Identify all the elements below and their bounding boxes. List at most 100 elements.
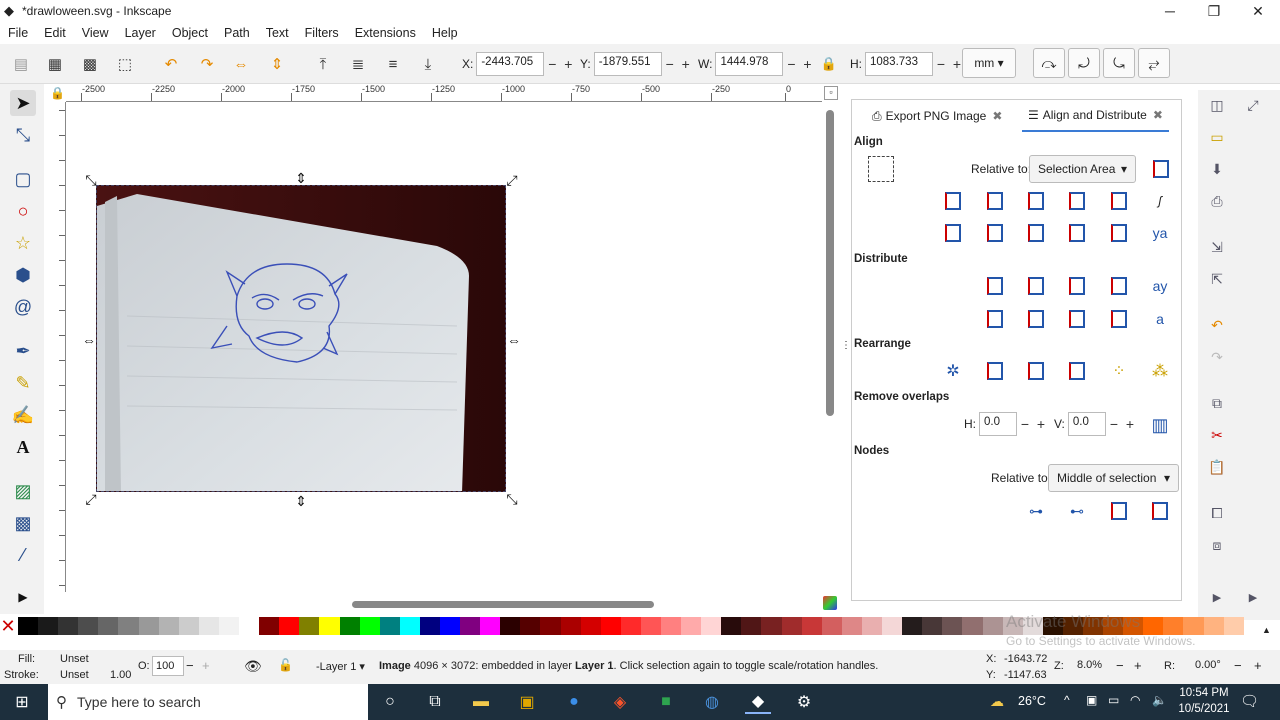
palette-swatch[interactable] [379,617,400,635]
palette-swatch[interactable] [520,617,541,635]
distribute-baselines-horizontal-icon[interactable]: ay [1147,273,1173,299]
notifications-icon[interactable]: 🗨 [1240,692,1259,710]
palette-swatch[interactable] [620,617,641,635]
inkscape-taskbar-icon[interactable]: ◆ [745,690,771,714]
export-icon[interactable]: ⇱ [1206,268,1228,290]
palette-swatch[interactable] [218,617,240,635]
palette-swatch[interactable] [560,617,581,635]
menu-edit[interactable]: Edit [44,22,66,44]
palette-swatch[interactable] [962,617,983,635]
ellipse-tool-icon[interactable]: ○ [10,198,36,224]
x-decrement-button[interactable]: − [544,56,560,72]
move-gradients-button[interactable]: ⤿ [1103,48,1135,78]
close-button[interactable]: ✕ [1236,0,1280,22]
align-nodes-horizontal-icon[interactable]: ⊶ [1023,498,1049,524]
align-nodes-vertical-icon[interactable]: ⊷ [1064,498,1090,524]
lower-icon[interactable]: ≡ [382,53,404,75]
weather-icon[interactable]: ☁ [990,693,1004,710]
raise-icon[interactable]: ≣ [347,53,369,75]
lower-to-bottom-icon[interactable]: ⤓ [417,53,439,75]
overlap-v-increment-button[interactable]: + [1122,416,1138,432]
task-view-icon[interactable]: ⧉ [422,690,448,714]
select-same-icon[interactable]: ▩ [79,53,101,75]
select-all-icon[interactable]: ▤ [10,53,32,75]
stroke-value[interactable]: Unset [60,669,89,681]
globe-app-icon[interactable]: ◍ [699,690,725,714]
zoom-input[interactable]: 8.0% [1074,656,1110,676]
align-left-to-right-icon[interactable] [1106,188,1132,214]
zoom-increment-button[interactable]: + [1134,658,1142,673]
w-increment-button[interactable]: + [799,56,815,72]
palette-swatch[interactable] [78,617,99,635]
horizontal-scrollbar[interactable] [352,601,654,608]
unclump-icon[interactable]: ⁂ [1147,358,1173,384]
snap-more-icon[interactable]: ▶ [1242,586,1264,608]
rotation-increment-button[interactable]: + [1254,658,1262,673]
wifi-icon[interactable]: ◠ [1130,693,1140,707]
color-management-icon[interactable] [823,596,837,610]
graph-layout-icon[interactable]: ✲ [940,358,966,384]
overlap-v-input[interactable]: 0.0 [1067,412,1106,436]
palette-swatch[interactable] [661,617,682,635]
align-right-edges-icon[interactable] [1064,188,1090,214]
clock-date[interactable]: 10/5/2021 [1174,703,1234,715]
pencil-tool-icon[interactable]: ✎ [10,370,36,396]
cortana-icon[interactable]: ○ [377,690,403,714]
exchange-z-order-icon[interactable] [1023,358,1049,384]
clock-time[interactable]: 10:54 PM [1178,687,1230,699]
menu-file[interactable]: File [8,22,28,44]
align-left-edges-icon[interactable] [982,188,1008,214]
overlap-h-increment-button[interactable]: + [1033,416,1049,432]
overlap-h-input[interactable]: 0.0 [979,412,1017,436]
menu-view[interactable]: View [82,22,109,44]
palette-swatch[interactable] [279,617,300,635]
palette-swatch[interactable] [1143,617,1164,635]
brave-browser-icon[interactable]: ◈ [607,690,633,714]
scale-handle-left-icon[interactable]: ⇔ [82,332,96,348]
palette-swatch[interactable] [1223,617,1244,635]
palette-swatch[interactable] [1183,617,1204,635]
palette-swatch[interactable] [439,617,461,635]
w-input[interactable]: 1444.978 [715,52,784,76]
center-vertical-axis-icon[interactable] [1023,188,1049,214]
palette-swatch[interactable] [198,617,219,635]
align-baselines-icon[interactable]: ya [1147,220,1173,246]
align-bottom-edges-icon[interactable] [1064,220,1090,246]
select-all-layers-icon[interactable]: ▦ [44,53,66,75]
undo-icon[interactable]: ↶ [1206,314,1228,336]
rectangle-tool-icon[interactable]: ▢ [10,166,36,192]
center-horizontal-axis-icon[interactable] [1023,220,1049,246]
palette-swatch[interactable] [540,617,561,635]
distribute-centers-vertical-icon[interactable] [1023,306,1049,332]
opacity-decrement-button[interactable]: − [186,658,194,673]
print-icon[interactable]: ⎙ [1206,190,1228,212]
scale-handle-top-icon[interactable]: ⇕ [294,170,308,186]
distribute-nodes-horizontal-icon[interactable] [1106,498,1132,524]
palette-swatch[interactable] [1203,617,1224,635]
palette-swatch[interactable] [600,617,621,635]
bezier-tool-icon[interactable]: ✒ [10,338,36,364]
palette-swatch[interactable] [640,617,661,635]
scale-handle-top-right-icon[interactable]: ⤢ [505,172,519,188]
current-layer-dropdown[interactable]: -Layer 1 ▾ [316,660,365,673]
maximize-button[interactable]: ❐ [1192,0,1236,22]
star-tool-icon[interactable]: ☆ [10,230,36,256]
guide-lock-icon[interactable]: 🔒 [50,86,65,100]
palette-swatch[interactable] [781,617,802,635]
exchange-clockwise-icon[interactable] [1064,358,1090,384]
palette-swatch[interactable] [259,617,280,635]
copy-icon[interactable]: ⧉ [1206,392,1228,414]
palette-swatch[interactable] [138,617,159,635]
toolbox-more-icon[interactable]: ▶ [10,584,36,610]
menu-layer[interactable]: Layer [125,22,156,44]
randomize-centers-icon[interactable]: ⁘ [1106,358,1132,384]
palette-swatch[interactable] [118,617,139,635]
x-increment-button[interactable]: + [560,56,576,72]
rotate-cw-icon[interactable]: ↷ [196,53,218,75]
zoom-decrement-button[interactable]: − [1116,658,1124,673]
minimize-button[interactable]: ─ [1148,0,1192,22]
stroke-width-value[interactable]: 1.00 [110,669,131,681]
align-top-edges-icon[interactable] [982,220,1008,246]
palette-swatch[interactable] [580,617,601,635]
taskbar-search-box[interactable]: ⚲ Type here to search [48,684,368,720]
